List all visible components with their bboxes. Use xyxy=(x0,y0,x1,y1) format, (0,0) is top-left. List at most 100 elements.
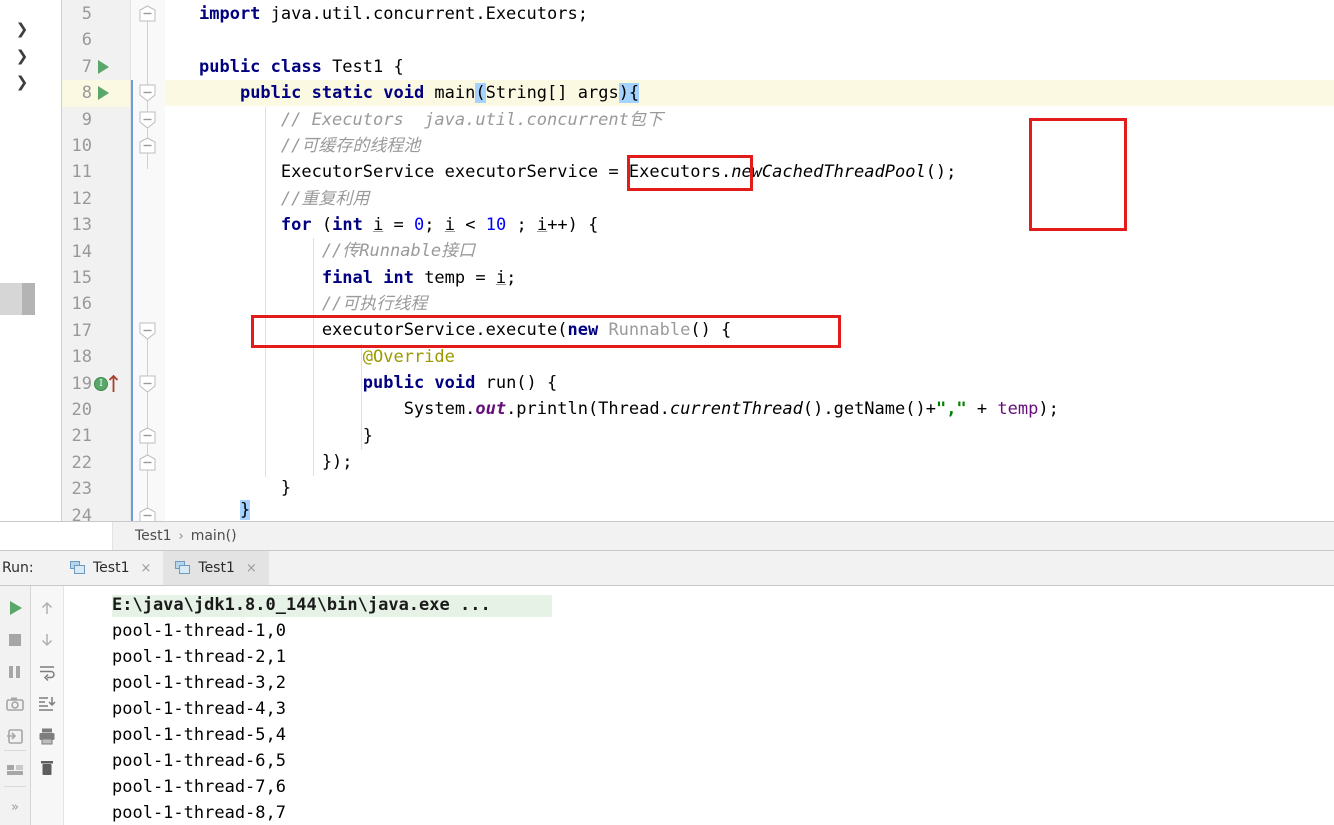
line-number-13[interactable]: 13 xyxy=(62,212,92,238)
line-number-10[interactable]: 10 xyxy=(62,133,92,159)
code-line-11: ExecutorService executorService = Execut… xyxy=(199,162,957,182)
line-number-gutter[interactable]: 5 6 7 8 9 10 11 12 13 14 15 16 17 18 19 I 20 21 22 23 24 xyxy=(62,0,130,521)
rail-gap xyxy=(35,0,101,521)
up-arrow-icon[interactable] xyxy=(108,373,119,393)
pause-icon[interactable] xyxy=(5,662,25,682)
chevron-right-icon-1[interactable]: ❯ xyxy=(14,21,30,37)
trash-icon[interactable] xyxy=(37,758,57,778)
console-output-line: pool-1-thread-7,6 xyxy=(112,777,286,797)
ide-window: ❯ ❯ ❯ 5 6 7 8 9 10 11 12 13 14 15 16 17 18 19 I 20 21 22 23… xyxy=(0,0,1334,825)
line-number-14[interactable]: 14 xyxy=(62,239,92,265)
code-line-13: for (int i = 0; i < 10 ; i++) { xyxy=(280,215,599,235)
line-number-8[interactable]: 8 xyxy=(62,80,92,106)
soft-wrap-icon[interactable] xyxy=(37,662,57,682)
vcs-changed-marker-line-19[interactable]: I xyxy=(94,371,122,397)
breadcrumb-separator: › xyxy=(178,528,184,544)
line-number-15[interactable]: 15 xyxy=(62,265,92,291)
layout-icon[interactable] xyxy=(5,760,25,780)
toolbar-divider xyxy=(4,786,26,787)
code-line-5: import java.util.concurrent.Executors; xyxy=(199,4,588,24)
run-gutter-icon-line-8[interactable] xyxy=(94,80,122,106)
run-toolbar-secondary xyxy=(31,586,64,825)
code-line-22: }); xyxy=(199,452,353,472)
run-gutter-icon-line-7[interactable] xyxy=(94,54,122,80)
code-line-15: final int temp = i; xyxy=(321,268,517,288)
console-command-line: E:\java\jdk1.8.0_144\bin\java.exe ... xyxy=(112,595,491,615)
code-line-19: public void run() { xyxy=(362,373,558,393)
camera-icon[interactable] xyxy=(5,694,25,714)
rerun-icon[interactable] xyxy=(5,598,25,618)
console-output[interactable]: E:\java\jdk1.8.0_144\bin\java.exe ... poo… xyxy=(64,586,1334,825)
console-output-line: pool-1-thread-1,0 xyxy=(112,621,286,641)
fold-marker-line-19[interactable] xyxy=(139,375,156,393)
run-panel-label: Run: xyxy=(2,560,34,576)
close-icon[interactable]: × xyxy=(246,561,257,576)
line-number-16[interactable]: 16 xyxy=(62,291,92,317)
console-output-line: pool-1-thread-8,7 xyxy=(112,803,286,823)
caret-scope-accent xyxy=(131,80,133,521)
chevron-down-icon[interactable]: ❯ xyxy=(14,74,30,90)
console-output-line: pool-1-thread-4,3 xyxy=(112,699,286,719)
code-line-10: //可缓存的线程池 xyxy=(199,136,421,156)
run-tab-1[interactable]: Test1 × xyxy=(163,551,269,585)
line-number-24[interactable]: 24 xyxy=(62,503,92,521)
code-line-24: } xyxy=(239,500,251,520)
scroll-up-icon[interactable] xyxy=(37,598,57,618)
stop-icon[interactable] xyxy=(5,630,25,650)
breadcrumb-bar: Test1 › main() xyxy=(0,521,1334,551)
code-line-16: //可执行线程 xyxy=(199,294,428,314)
run-tab-label: Test1 xyxy=(198,560,235,576)
fold-marker-line-21[interactable] xyxy=(139,427,156,445)
chevron-right-icon-2[interactable]: ❯ xyxy=(14,48,30,64)
fold-marker-line-5[interactable] xyxy=(139,5,156,23)
line-number-22[interactable]: 22 xyxy=(62,450,92,476)
line-number-11[interactable]: 11 xyxy=(62,159,92,185)
scroll-down-icon[interactable] xyxy=(37,630,57,650)
code-line-7: public class Test1 { xyxy=(199,57,404,77)
line-number-17[interactable]: 17 xyxy=(62,318,92,344)
console-output-line: pool-1-thread-3,2 xyxy=(112,673,286,693)
code-line-21: } xyxy=(199,426,373,446)
fold-guide-line xyxy=(147,327,148,513)
run-toolbar-primary: » xyxy=(0,586,31,825)
code-line-12: //重复利用 xyxy=(199,189,370,209)
console-output-line: pool-1-thread-6,5 xyxy=(112,751,286,771)
line-number-20[interactable]: 20 xyxy=(62,397,92,423)
line-number-7[interactable]: 7 xyxy=(62,54,92,80)
code-line-18: @Override xyxy=(362,347,455,367)
expand-more-icon[interactable]: » xyxy=(5,798,25,818)
line-number-19[interactable]: 19 xyxy=(62,371,92,397)
line-number-5[interactable]: 5 xyxy=(62,1,92,27)
line-number-21[interactable]: 21 xyxy=(62,423,92,449)
fold-marker-line-24[interactable] xyxy=(139,507,156,521)
run-config-icon xyxy=(175,561,191,575)
fold-marker-line-10[interactable] xyxy=(139,137,156,155)
info-badge-icon[interactable]: I xyxy=(94,376,108,391)
breadcrumb[interactable]: Test1 › main() xyxy=(113,528,237,544)
close-icon[interactable]: × xyxy=(140,561,151,576)
run-config-icon xyxy=(70,561,86,575)
code-editor-region: ❯ ❯ ❯ 5 6 7 8 9 10 11 12 13 14 15 16 17 18 19 I 20 21 22 23… xyxy=(0,0,1334,521)
console-output-line: pool-1-thread-5,4 xyxy=(112,725,286,745)
line-number-18[interactable]: 18 xyxy=(62,344,92,370)
fold-marker-line-22[interactable] xyxy=(139,454,156,472)
code-line-8: public static void main(String[] args){ xyxy=(239,83,640,103)
fold-marker-line-9[interactable] xyxy=(139,111,156,129)
breadcrumb-item-method[interactable]: main() xyxy=(191,528,237,544)
export-icon[interactable] xyxy=(5,726,25,746)
run-tool-window: Run: Test1 × Test1 × » E:\java\jdk1.8.0_… xyxy=(0,551,1334,825)
line-number-23[interactable]: 23 xyxy=(62,476,92,502)
fold-marker-line-8[interactable] xyxy=(139,84,156,102)
print-icon[interactable] xyxy=(37,726,57,746)
code-folding-strip[interactable] xyxy=(130,0,165,521)
line-number-9[interactable]: 9 xyxy=(62,107,92,133)
code-surface[interactable]: import java.util.concurrent.Executors; p… xyxy=(165,0,1334,521)
line-number-12[interactable]: 12 xyxy=(62,186,92,212)
left-tool-rail: ❯ ❯ ❯ xyxy=(0,0,42,521)
code-line-9: // Executors java.util.concurrent包下 xyxy=(199,110,663,130)
run-tab-0[interactable]: Test1 × xyxy=(58,551,163,585)
line-number-6[interactable]: 6 xyxy=(62,27,92,53)
breadcrumb-item-class[interactable]: Test1 xyxy=(135,528,171,544)
scroll-to-end-icon[interactable] xyxy=(37,694,57,714)
fold-marker-line-17[interactable] xyxy=(139,322,156,340)
